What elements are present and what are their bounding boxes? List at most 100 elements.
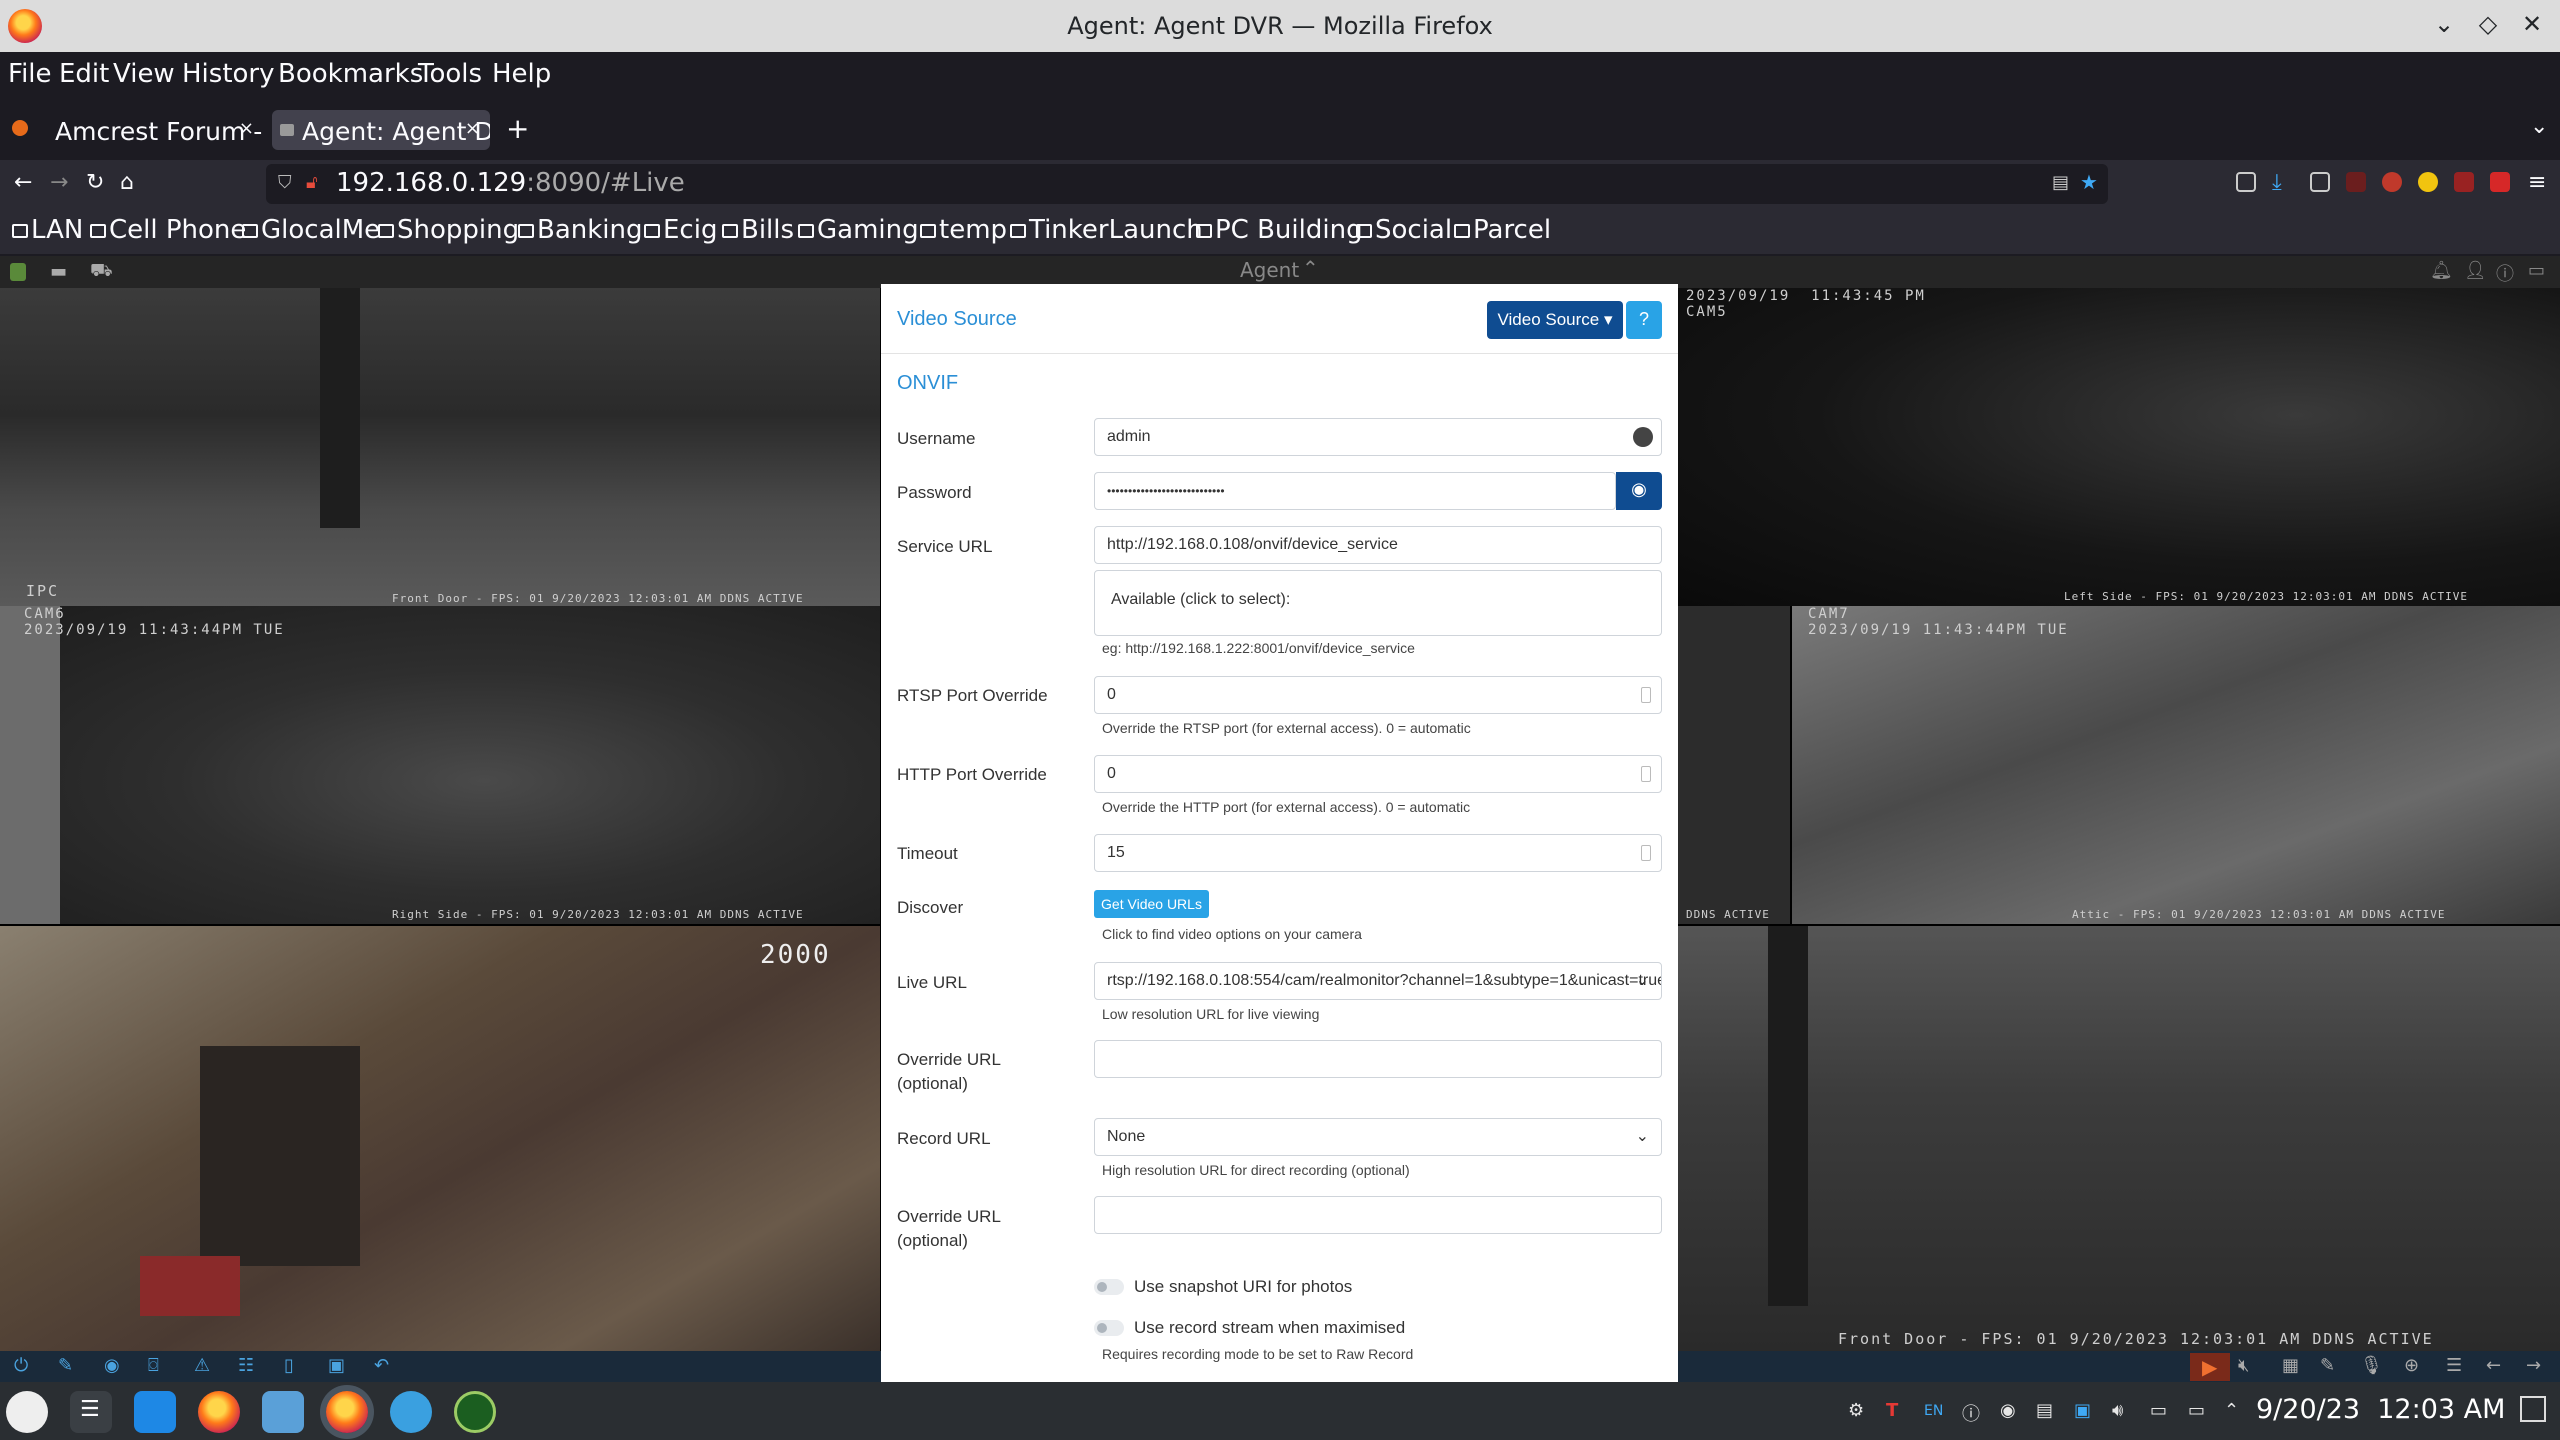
bookmark-banking[interactable]: Banking [518,215,643,245]
tray-expand-icon[interactable]: ⌃ [2224,1400,2239,1421]
bookmark-lan[interactable]: LAN [12,215,83,245]
camera-tile-middle[interactable]: DDNS ACTIVE [1678,606,1790,924]
camera-tile-front-door-2[interactable]: Front Door - FPS: 01 9/20/2023 12:03:01 … [1678,926,2560,1352]
addon-5-icon[interactable] [2490,172,2510,192]
service-url-field[interactable]: http://192.168.0.108/onvif/device_servic… [1094,526,1662,564]
lock-icon[interactable] [10,263,26,281]
reload-icon[interactable]: ↻ [86,170,104,195]
bookmark-cell-phone[interactable]: Cell Phone [90,215,246,245]
bookmark-star-icon[interactable]: ★ [2080,170,2098,194]
menu-file[interactable]: File [8,59,52,89]
forward-icon[interactable]: → [50,170,68,195]
menu-edit[interactable]: Edit [59,59,109,89]
clock[interactable]: 9/20/23 12:03 AM [2256,1394,2505,1425]
play-button[interactable]: ▶ [2190,1353,2230,1381]
help-button[interactable]: ? [1626,301,1662,339]
get-video-urls-button[interactable]: Get Video URLs [1094,890,1209,918]
addon-3-icon[interactable] [2418,172,2438,192]
bookmark-ecig[interactable]: Ecig [644,215,717,245]
live-url-select[interactable]: rtsp://192.168.0.108:554/cam/realmonitor… [1094,962,1662,1000]
tray-clipboard-icon[interactable]: ▤ [2036,1400,2053,1421]
override-url-input[interactable] [1094,1040,1662,1078]
list-tabs-icon[interactable]: ⌄ [2530,114,2548,139]
http-port-input[interactable]: 0 [1094,755,1662,793]
app-2-icon[interactable] [454,1391,496,1433]
tray-chat-icon[interactable]: ▣ [2074,1400,2091,1421]
close-window-icon[interactable]: ✕ [2516,10,2548,42]
spinner-icon[interactable] [1641,766,1651,782]
arrow-left-icon[interactable]: ← [2486,1355,2501,1376]
tray-settings-icon[interactable]: ⚙ [1848,1400,1864,1421]
bookmark-glocalme[interactable]: GlocalMe [242,215,380,245]
edit-2-icon[interactable]: ✎ [2320,1355,2335,1376]
maximize-icon[interactable]: ◇ [2472,10,2504,42]
firefox-taskbar-icon[interactable] [198,1391,240,1433]
edit-icon[interactable]: ✎ [58,1355,73,1376]
password-manager-icon[interactable] [1633,427,1653,447]
snapshot-icon[interactable]: ⌼ [148,1355,159,1376]
home-icon[interactable]: ⌂ [120,170,134,195]
store-icon[interactable] [134,1391,176,1433]
arrow-right-icon[interactable]: → [2526,1355,2541,1376]
power-icon[interactable]: ⏻ [14,1355,28,1376]
new-tab-icon[interactable]: + [506,112,529,145]
bookmark-tinkerlaunch[interactable]: TinkerLaunch [1010,215,1203,245]
list-2-icon[interactable]: ☰ [2446,1355,2462,1376]
record-icon[interactable]: ◉ [104,1355,120,1376]
record-stream-toggle[interactable] [1094,1320,1124,1336]
camera-tile-cam5[interactable]: 2023/09/19 11:43:45 PM CAM5 Left Side - … [1678,288,2560,606]
username-field[interactable]: admin [1094,418,1662,456]
available-services-list[interactable]: Available (click to select): [1094,570,1662,636]
snapshot-uri-toggle[interactable] [1094,1279,1124,1295]
menu-view[interactable]: View [113,59,175,89]
addon-1-icon[interactable] [2346,172,2366,192]
video-source-dropdown-button[interactable]: Video Source ▾ [1487,301,1623,339]
tray-info-icon[interactable]: ⓘ [1962,1400,1980,1426]
volume-icon[interactable]: 🔊︎ [2112,1400,2123,1421]
camera-tile-garage[interactable]: 2000 [0,926,880,1352]
agent-menu-label[interactable]: Agent [1240,258,1299,282]
camera-tile-front-door[interactable]: IPC Front Door - FPS: 01 9/20/2023 12:03… [0,288,880,606]
tab-agent[interactable]: Agent: Agent D × [272,110,490,150]
firefox-view-icon[interactable] [12,120,28,136]
bookmark-parcel[interactable]: Parcel [1454,215,1551,245]
pocket-icon[interactable] [2236,172,2256,192]
menu-help[interactable]: Help [492,59,551,89]
grid-icon[interactable]: ▦ [2282,1355,2299,1376]
toggle-password-visibility-button[interactable]: ◉ [1616,472,1662,510]
menu-tools[interactable]: Tools [418,59,482,89]
mute-icon[interactable]: 🔇︎ [2238,1355,2249,1376]
addon-2-icon[interactable] [2382,172,2402,192]
file-icon[interactable]: ▯ [284,1355,294,1376]
bookmark-shopping[interactable]: Shopping [378,215,519,245]
minimize-icon[interactable]: ⌄ [2428,10,2460,42]
target-icon[interactable]: ⊕ [2404,1355,2419,1376]
tab-amcrest-forum[interactable]: Amcrest Forum - × [42,110,264,150]
ptz-icon[interactable]: ⛟ [90,260,113,284]
tray-t-icon[interactable]: T [1886,1400,1898,1421]
undo-icon[interactable]: ↶ [374,1355,389,1376]
camera-tile-attic[interactable]: CAM7 2023/09/19 11:43:44PM TUE Attic - F… [1792,606,2560,924]
alert-icon[interactable]: ⚠ [194,1355,210,1376]
keyboard-layout[interactable]: EN [1924,1403,1943,1419]
bookmark-temp[interactable]: temp [920,215,1007,245]
menu-bookmarks[interactable]: Bookmarks [278,59,423,89]
bookmark-bills[interactable]: Bills [722,215,794,245]
record-url-select[interactable]: None ⌄ [1094,1118,1662,1156]
window-icon[interactable]: ▭ [2528,260,2545,281]
chevron-up-icon[interactable]: ⌃ [1302,256,1319,280]
settings-icon[interactable]: ☰ [70,1391,112,1433]
user-icon[interactable]: 👤︎ [2464,260,2487,281]
mic-icon[interactable]: 🎙︎ [2360,1355,2383,1376]
info-icon[interactable]: ⓘ [2496,260,2514,286]
reader-view-icon[interactable]: ▤ [2052,172,2069,193]
show-desktop-icon[interactable] [2520,1396,2546,1422]
firefox-active-icon[interactable] [326,1391,368,1433]
url-bar[interactable]: ⛉ 🔓︎ 192.168.0.129:8090/#Live ▤ ★ [266,164,2108,204]
tray-media-icon[interactable]: ◉ [2000,1400,2016,1421]
bookmark-social[interactable]: Social [1356,215,1452,245]
addon-4-icon[interactable] [2454,172,2474,192]
back-icon[interactable]: ← [14,170,32,195]
spinner-icon[interactable] [1641,845,1651,861]
layout-icon[interactable]: ▬ [50,261,67,282]
